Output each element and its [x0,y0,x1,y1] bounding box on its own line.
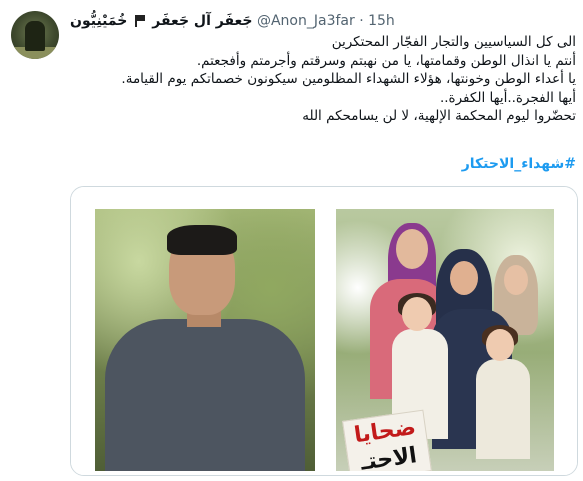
woman-2-face [450,261,478,295]
girl-2-face [486,329,514,361]
header-separator: · [359,13,364,29]
user-handle[interactable]: @Anon_Ja3far [257,13,355,29]
tweet-line-2: أنتم يا انذال الوطن وقمامتها، يا من نهبت… [196,52,576,69]
man-hair [167,225,237,255]
flag-icon [134,15,145,27]
woman-1-face [396,229,428,269]
tweet-header: جَعفَر آل جَعفَر خُمَيْنِيُّون @Anon_Ja3… [70,11,395,31]
woman-3-face [504,265,528,295]
avatar[interactable] [11,11,59,59]
display-name-part-2[interactable]: خُمَيْنِيُّون [70,13,127,29]
tweet-line-4: أيها الفجرة..أيها الكفرة.. [439,89,576,106]
photo-young-man[interactable] [95,209,315,471]
girl-2-dress [476,359,530,459]
tweet-line-3: يا أعداء الوطن وخونتها، هؤلاء الشهداء ال… [121,71,576,87]
hashtag-link[interactable]: #شهداء_الاحتكار [462,156,576,172]
man-shirt [105,319,305,471]
avatar-figure [25,21,45,51]
display-name-part-1[interactable]: جَعفَر آل جَعفَر [152,13,252,29]
photo-family[interactable]: ضحايا الاحتـ [336,209,554,471]
tweet-media[interactable]: ضحايا الاحتـ [70,186,578,476]
victims-banner: ضحايا الاحتـ [342,409,432,471]
tweet-line-5: تحضّروا ليوم المحكمة الإلهية، لا لن يسام… [302,108,576,124]
tweet-timestamp[interactable]: 15h [368,13,395,29]
tweet-body: الى كل السياسيين والتجار الفجّار المحتكر… [70,33,576,126]
tweet-line-1: الى كل السياسيين والتجار الفجّار المحتكر… [331,34,576,50]
girl-1-face [402,297,432,331]
